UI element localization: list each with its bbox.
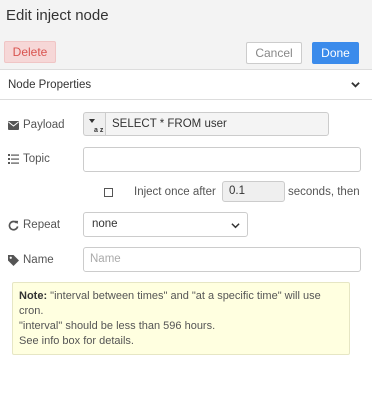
dialog-header: Edit inject node Delete Cancel Done — [0, 0, 372, 70]
name-label-text: Name — [23, 254, 54, 266]
payload-type-button[interactable]: a z — [83, 112, 105, 136]
inject-once-delay-input[interactable]: 0.1 — [222, 181, 285, 202]
envelope-icon — [8, 120, 19, 130]
dialog-title: Edit inject node — [6, 7, 109, 24]
name-input[interactable]: Name — [83, 247, 361, 272]
repeat-label: Repeat — [8, 219, 60, 231]
topic-input[interactable] — [83, 147, 361, 172]
chevron-down-icon — [231, 223, 240, 229]
caret-down-icon — [89, 119, 95, 123]
payload-input[interactable]: SELECT * FROM user — [105, 112, 329, 136]
name-label: Name — [8, 254, 54, 266]
done-button[interactable]: Done — [312, 42, 359, 64]
delete-button[interactable]: Delete — [4, 41, 56, 63]
tip-note-label: Note: — [19, 290, 48, 302]
tip-line-3: See info box for details. — [19, 335, 134, 347]
section-title: Node Properties — [8, 79, 92, 91]
inject-once-checkbox[interactable] — [104, 188, 113, 197]
tip-line-1: Note: "interval between times" and "at a… — [19, 289, 343, 319]
tag-icon — [8, 254, 19, 266]
tip-line-1-text: "interval between times" and "at a speci… — [19, 290, 321, 317]
repeat-label-text: Repeat — [23, 219, 61, 231]
topic-label-text: Topic — [23, 153, 50, 165]
topic-label: Topic — [8, 153, 50, 165]
payload-label: Payload — [8, 119, 65, 131]
node-properties-section[interactable]: Node Properties — [0, 72, 372, 100]
repeat-select[interactable]: none — [83, 212, 248, 237]
string-type-icon: a z — [94, 127, 104, 134]
inject-once-label: Inject once after — [134, 186, 216, 198]
chevron-down-icon[interactable] — [351, 80, 360, 89]
repeat-icon — [8, 220, 19, 231]
cancel-button[interactable]: Cancel — [246, 42, 302, 64]
inject-once-suffix: seconds, then — [288, 186, 360, 198]
tip-line-2: "interval" should be less than 596 hours… — [19, 320, 216, 332]
repeat-selected-value: none — [92, 218, 118, 230]
payload-label-text: Payload — [23, 119, 65, 131]
info-tip: Note: "interval between times" and "at a… — [12, 282, 350, 355]
tasks-icon — [8, 154, 19, 164]
